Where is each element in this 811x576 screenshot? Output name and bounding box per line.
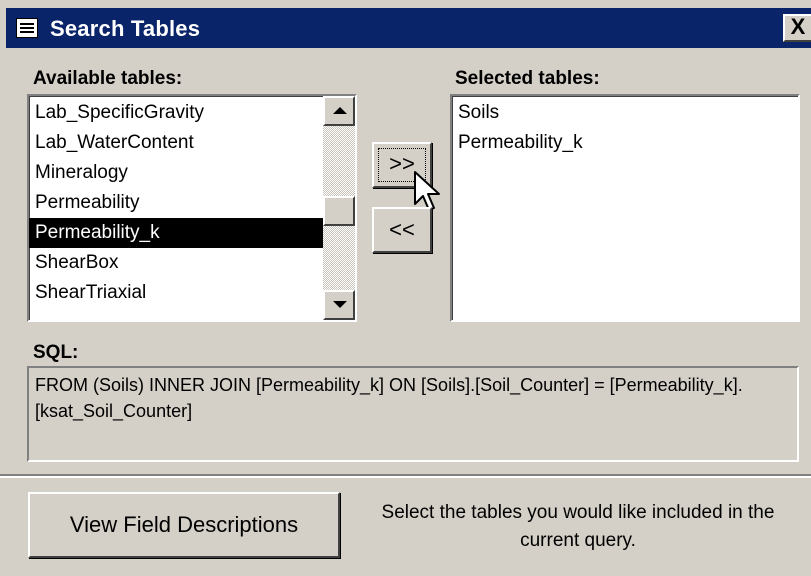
list-item[interactable]: ShearBox xyxy=(29,248,323,278)
list-item[interactable]: Mineralogy xyxy=(29,158,323,188)
selected-list-items: Soils Permeability_k xyxy=(452,98,798,158)
available-tables-list[interactable]: Lab_SpecificGravity Lab_WaterContent Min… xyxy=(27,94,357,322)
search-tables-dialog: Search Tables X Available tables: Lab_Sp… xyxy=(0,0,811,576)
view-field-descriptions-button[interactable]: View Field Descriptions xyxy=(28,492,340,558)
remove-table-button[interactable]: << xyxy=(372,207,432,253)
list-item[interactable]: ShearTriaxial xyxy=(29,278,323,308)
arrow-up-icon xyxy=(333,107,347,114)
scroll-up-button[interactable] xyxy=(323,96,355,126)
list-item[interactable]: Lab_WaterContent xyxy=(29,128,323,158)
available-tables-label: Available tables: xyxy=(33,68,183,89)
scroll-thumb[interactable] xyxy=(323,196,355,226)
available-list-items: Lab_SpecificGravity Lab_WaterContent Min… xyxy=(29,98,323,308)
list-item[interactable]: Permeability xyxy=(29,188,323,218)
form-icon xyxy=(16,18,38,38)
list-item[interactable]: Lab_SpecificGravity xyxy=(29,98,323,128)
selected-tables-list[interactable]: Soils Permeability_k xyxy=(450,94,800,322)
arrow-down-icon xyxy=(333,301,347,308)
selected-tables-label: Selected tables: xyxy=(455,68,600,89)
sql-textbox[interactable]: FROM (Soils) INNER JOIN [Permeability_k]… xyxy=(27,366,799,462)
title-bar[interactable]: Search Tables X xyxy=(6,8,811,48)
sql-label: SQL: xyxy=(33,342,79,363)
vertical-scrollbar[interactable] xyxy=(323,96,355,320)
window-title: Search Tables xyxy=(50,16,201,41)
divider xyxy=(0,474,811,478)
list-item[interactable]: Soils xyxy=(452,98,798,128)
scroll-down-button[interactable] xyxy=(323,290,355,320)
list-item[interactable]: Permeability_k xyxy=(452,128,798,158)
list-item-selected[interactable]: Permeability_k xyxy=(29,218,323,248)
close-button[interactable]: X xyxy=(783,14,811,42)
instructions-text: Select the tables you would like include… xyxy=(381,502,775,551)
